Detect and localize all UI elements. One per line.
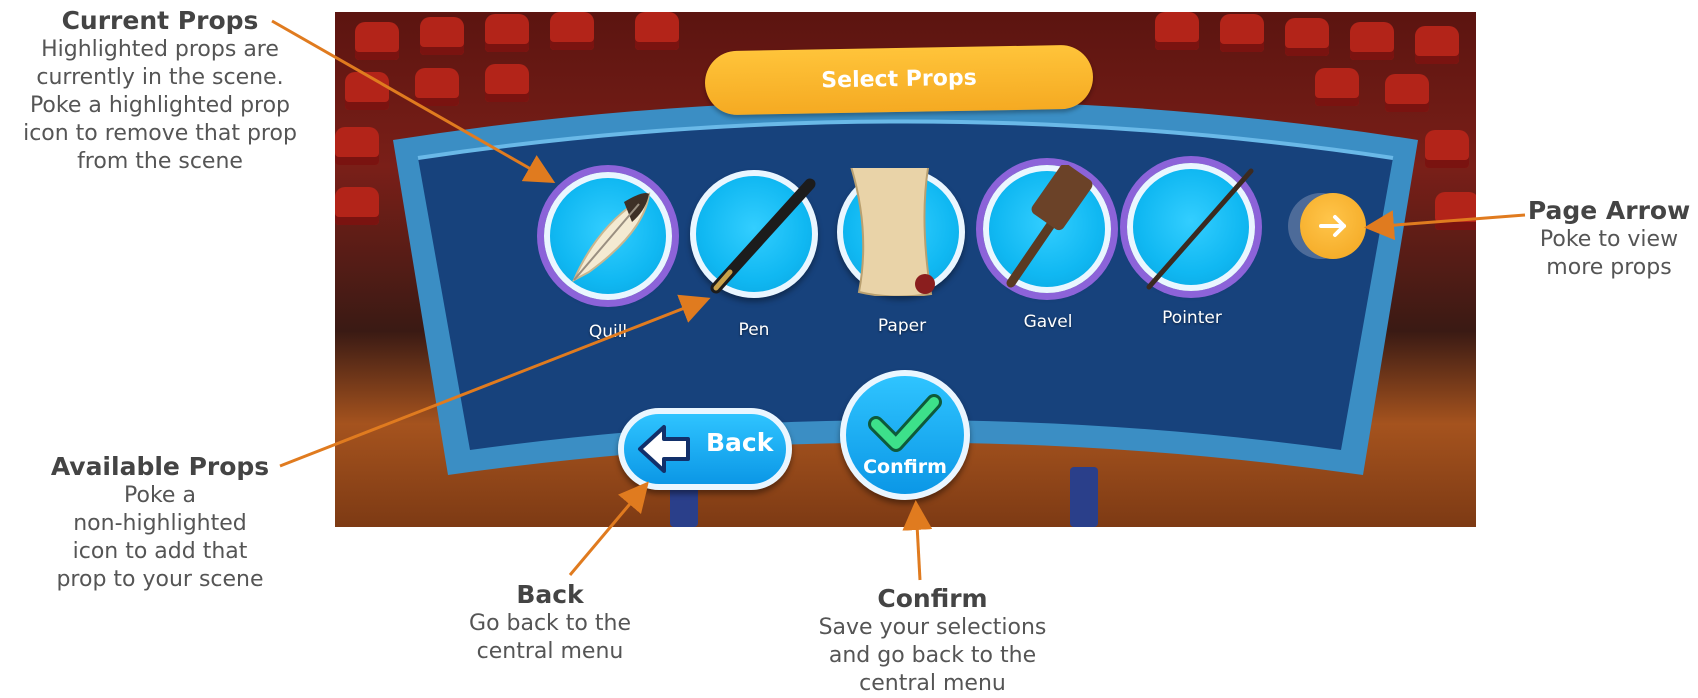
callout-page-arrow: Page Arrow Poke to view more props [1520, 196, 1698, 282]
prop-button-quill[interactable] [544, 172, 672, 300]
callout-description: Go back to the central menu [469, 611, 631, 664]
callout-title: Current Props [61, 6, 259, 35]
stand-post [1070, 467, 1098, 527]
callout-description: Poke a non-highlighted icon to add that … [56, 483, 264, 592]
callout-available-props: Available Props Poke a non-highlighted i… [20, 452, 300, 594]
back-button[interactable]: Back [618, 408, 792, 490]
back-button-label: Back [706, 428, 774, 457]
prop-button-pen[interactable] [690, 170, 818, 298]
callout-confirm: Confirm Save your selections and go back… [800, 584, 1065, 698]
paper-scroll-icon [850, 168, 935, 296]
pen-icon [710, 178, 816, 294]
gavel-icon [1006, 165, 1093, 288]
arrow-right-icon [1319, 215, 1346, 237]
prop-label-pen: Pen [738, 320, 770, 340]
callout-title: Back [516, 580, 584, 609]
prop-button-paper[interactable] [837, 168, 965, 296]
prop-label-quill: Quill [588, 322, 628, 342]
page-arrow-button[interactable] [1300, 193, 1366, 259]
quill-icon [571, 192, 651, 283]
callout-title: Available Props [50, 452, 270, 481]
prop-label-pointer: Pointer [1162, 308, 1222, 328]
prop-button-pointer[interactable] [1127, 163, 1255, 291]
back-arrow-icon [638, 425, 690, 473]
prop-label-gavel: Gavel [1023, 312, 1073, 332]
confirm-button[interactable]: Confirm [840, 370, 970, 500]
pointer-stick-icon [1146, 168, 1254, 290]
callout-title: Page Arrow [1527, 196, 1691, 225]
callout-current-props: Current Props Highlighted props are curr… [5, 6, 315, 176]
callout-title: Confirm [877, 584, 988, 613]
callout-description: Save your selections and go back to the … [818, 615, 1047, 696]
select-props-title-banner: Select Props [704, 44, 1094, 116]
prop-label-paper: Paper [877, 316, 927, 336]
callout-back: Back Go back to the central menu [430, 580, 670, 666]
callout-description: Poke to view more props [1539, 227, 1679, 280]
callout-description: Highlighted props are currently in the s… [23, 37, 297, 174]
confirm-button-label: Confirm [863, 456, 947, 478]
prop-button-gavel[interactable] [983, 165, 1111, 293]
